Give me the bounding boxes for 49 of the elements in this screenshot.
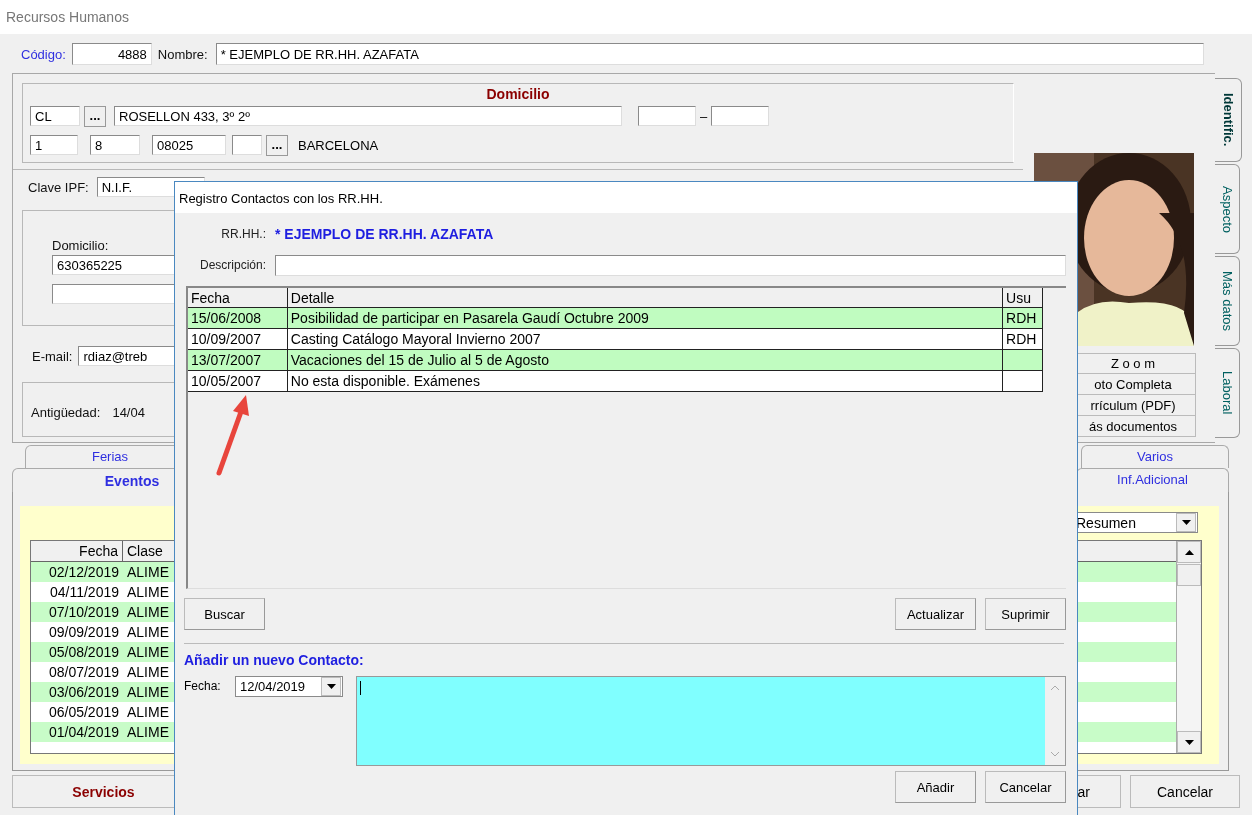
seniority-label: Antigüedad: (31, 405, 101, 420)
table-cell: 10/05/2007 (188, 371, 288, 391)
column-header: Fecha (188, 288, 288, 307)
group-title: Domicilio (485, 85, 551, 104)
table-cell-text: 02/12/2019 (47, 563, 120, 582)
table-cell: 10/09/2007 (188, 329, 288, 349)
table-cell-text: 07/10/2019 (47, 603, 120, 622)
table-cell: Vacaciones del 15 de Julio al 5 de Agosto (287, 350, 1004, 370)
phone-label: Domicilio: (52, 238, 110, 253)
date-label: Fecha: (184, 679, 222, 693)
column-header: Detalle (287, 288, 1004, 307)
table-cell-text: 04/11/2019 (48, 583, 120, 602)
code-label: Código: (21, 46, 66, 62)
table-cell: RDH (1003, 329, 1043, 349)
table-cell-text: ALIME (126, 723, 170, 742)
table-cell-text: 01/04/2019 (47, 723, 120, 742)
table-cell: RDH (1003, 308, 1043, 328)
section-title: Añadir un nuevo Contacto: (184, 652, 365, 670)
table-cell-text: 06/05/2019 (47, 703, 120, 722)
dialog-title: Registro Contactos con los RR.HH. (175, 182, 1077, 213)
table-cell-text: ALIME (126, 703, 170, 722)
id-key-label: Clave IPF: (28, 179, 89, 195)
table-cell-text: 03/06/2019 (47, 683, 120, 702)
city-text: BARCELONA (298, 137, 379, 153)
employee-label: RR.HH.: (220, 227, 267, 241)
email-label: E-mail: (32, 348, 73, 364)
table-cell-text: 05/08/2019 (47, 643, 120, 662)
name-label: Nombre: (157, 46, 208, 62)
table-cell-text: ALIME (126, 683, 170, 702)
table-cell-text: ALIME (126, 583, 170, 602)
table-cell-text: ALIME (126, 643, 170, 662)
table-cell: Casting Catálogo Mayoral Invierno 2007 (287, 329, 1004, 349)
seniority-value: 14/04 (112, 405, 145, 420)
table-cell-text: ALIME (126, 603, 170, 622)
table-cell-text: ALIME (126, 623, 170, 642)
window-title: Recursos Humanos (0, 0, 1252, 34)
dash-text: – (700, 108, 708, 124)
column-header: Fecha (31, 541, 123, 561)
table-cell: 13/07/2007 (188, 350, 288, 370)
table-cell: 15/06/2008 (188, 308, 288, 328)
table-cell: Posibilidad de participar en Pasarela Gaudí Octubre 2009 (287, 308, 1004, 328)
table-cell-text: 09/09/2019 (47, 623, 120, 642)
employee-name: * EJEMPLO DE RR.HH. AZAFATA (275, 226, 494, 242)
table-cell-text: 08/07/2019 (47, 663, 120, 682)
column-header: Usu (1003, 288, 1043, 307)
table-cell: No esta disponible. Exámenes (287, 371, 1004, 391)
column-header: Clase (126, 542, 164, 561)
table-cell-text: ALIME (126, 563, 170, 582)
table-cell-text: ALIME (126, 663, 170, 682)
